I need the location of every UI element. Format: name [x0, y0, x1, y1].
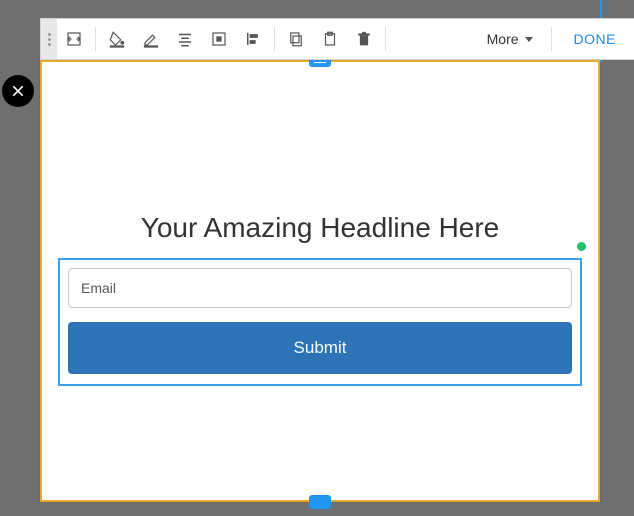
align-left-button[interactable]: [236, 22, 270, 56]
chevron-down-icon: [525, 37, 533, 42]
clipboard-icon: [321, 30, 339, 48]
box-align-icon: [210, 30, 228, 48]
separator: [551, 27, 552, 51]
email-field[interactable]: [68, 268, 572, 308]
close-icon: [10, 83, 26, 99]
form-container[interactable]: Submit: [58, 258, 582, 386]
resize-handle-bottom[interactable]: [309, 495, 331, 509]
close-editor-button[interactable]: [2, 75, 34, 107]
width-tool-button[interactable]: [57, 22, 91, 56]
border-color-button[interactable]: [134, 22, 168, 56]
align-center-icon: [176, 30, 194, 48]
delete-button[interactable]: [347, 22, 381, 56]
pencil-icon: [142, 30, 160, 48]
drag-dots-icon: [48, 33, 51, 46]
more-menu-button[interactable]: More: [473, 22, 547, 56]
separator: [274, 27, 275, 51]
text-align-button[interactable]: [168, 22, 202, 56]
paint-bucket-icon: [108, 30, 126, 48]
status-indicator: [577, 242, 586, 251]
separator: [95, 27, 96, 51]
padding-button[interactable]: [202, 22, 236, 56]
done-label: DONE: [574, 31, 616, 47]
separator: [385, 27, 386, 51]
copy-icon: [287, 30, 305, 48]
headline-text[interactable]: Your Amazing Headline Here: [42, 212, 598, 244]
selected-section[interactable]: Your Amazing Headline Here Submit: [40, 60, 600, 502]
align-left-block-icon: [244, 30, 262, 48]
copy-button[interactable]: [279, 22, 313, 56]
done-button[interactable]: DONE: [556, 19, 634, 59]
toolbar-drag-handle[interactable]: [41, 19, 57, 59]
trash-icon: [355, 30, 373, 48]
width-icon: [65, 30, 83, 48]
fill-color-button[interactable]: [100, 22, 134, 56]
paste-button[interactable]: [313, 22, 347, 56]
editor-toolbar: More DONE: [40, 18, 634, 60]
submit-button[interactable]: Submit: [68, 322, 572, 374]
more-label: More: [487, 31, 519, 47]
